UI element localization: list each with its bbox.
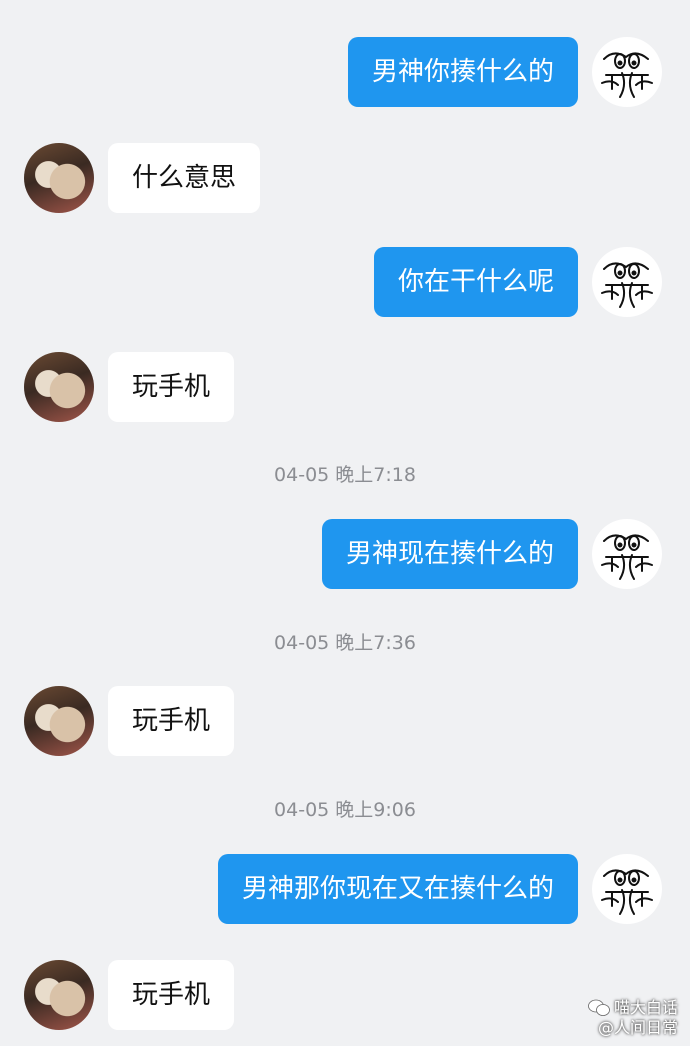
contact-avatar-icon[interactable] bbox=[24, 686, 94, 756]
user-avatar-icon[interactable] bbox=[592, 854, 662, 924]
message-row-sent: 男神你揍什么的 bbox=[0, 37, 690, 107]
timestamp: 04-05 晚上7:36 bbox=[274, 632, 416, 654]
message-row-received: 玩手机 bbox=[0, 960, 690, 1030]
chat-window: 男神你揍什么的 什么意思 你在干什么呢 玩手机 04-05 晚上7:18 男神现… bbox=[0, 0, 690, 1046]
contact-avatar-icon[interactable] bbox=[24, 352, 94, 422]
sent-message-bubble[interactable]: 男神现在揍什么的 bbox=[321, 519, 578, 589]
user-avatar-icon[interactable] bbox=[592, 247, 662, 317]
watermark-handle: @人间日常 bbox=[597, 1018, 678, 1037]
message-row-sent: 你在干什么呢 bbox=[0, 247, 690, 317]
message-row-sent: 男神现在揍什么的 bbox=[0, 519, 690, 589]
user-avatar-icon[interactable] bbox=[592, 37, 662, 107]
sent-message-bubble[interactable]: 男神那你现在又在揍什么的 bbox=[217, 854, 578, 924]
watermark-account: 喵大白话 bbox=[613, 998, 678, 1017]
timestamp: 04-05 晚上7:18 bbox=[274, 464, 416, 486]
timestamp: 04-05 晚上9:06 bbox=[274, 799, 416, 821]
wechat-icon bbox=[588, 999, 610, 1017]
user-avatar-icon[interactable] bbox=[592, 519, 662, 589]
message-row-received: 玩手机 bbox=[0, 686, 690, 756]
sent-message-bubble[interactable]: 男神你揍什么的 bbox=[347, 37, 578, 107]
message-row-received: 玩手机 bbox=[0, 352, 690, 422]
received-message-bubble[interactable]: 什么意思 bbox=[108, 143, 261, 213]
sent-message-bubble[interactable]: 你在干什么呢 bbox=[373, 247, 578, 317]
received-message-bubble[interactable]: 玩手机 bbox=[108, 686, 235, 756]
message-row-received: 什么意思 bbox=[0, 143, 690, 213]
contact-avatar-icon[interactable] bbox=[24, 143, 94, 213]
contact-avatar-icon[interactable] bbox=[24, 960, 94, 1030]
message-row-sent: 男神那你现在又在揍什么的 bbox=[0, 854, 690, 924]
received-message-bubble[interactable]: 玩手机 bbox=[108, 352, 235, 422]
received-message-bubble[interactable]: 玩手机 bbox=[108, 960, 235, 1030]
watermark: 喵大白话 @人间日常 bbox=[588, 998, 678, 1038]
